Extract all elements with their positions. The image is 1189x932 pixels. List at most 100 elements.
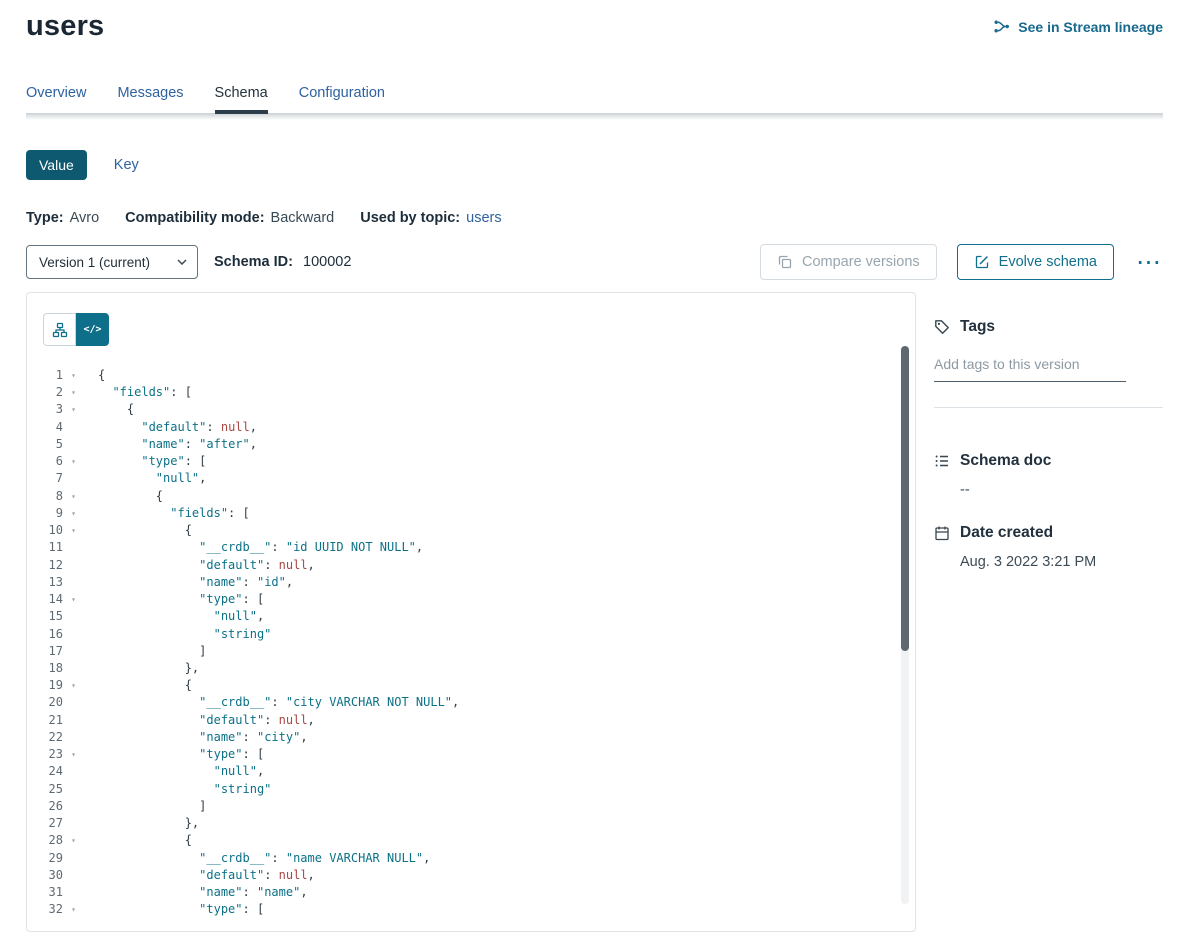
code-line: 17 ] [27, 643, 915, 660]
code-line: 12 "default": null, [27, 557, 915, 574]
line-number: 24 [27, 763, 63, 780]
tab-overview[interactable]: Overview [26, 85, 86, 113]
line-number: 10 [27, 522, 63, 539]
fold-toggle-icon[interactable]: ▾ [63, 367, 77, 384]
schema-id: Schema ID: 100002 [214, 254, 351, 270]
line-number: 22 [27, 729, 63, 746]
fold-spacer [63, 712, 77, 729]
tree-view-button[interactable] [43, 313, 76, 346]
fold-toggle-icon[interactable]: ▾ [63, 832, 77, 849]
schema-meta-row: Type: Avro Compatibility mode: Backward … [26, 210, 1163, 226]
code-line: 23▾ "type": [ [27, 746, 915, 763]
fold-toggle-icon[interactable]: ▾ [63, 384, 77, 401]
fold-spacer [63, 763, 77, 780]
fold-spacer [63, 660, 77, 677]
code-text: "__crdb__": "city VARCHAR NOT NULL", [98, 694, 459, 711]
fold-toggle-icon[interactable]: ▾ [63, 522, 77, 539]
code-text: { [98, 832, 192, 849]
fold-toggle-icon[interactable]: ▾ [63, 591, 77, 608]
tags-title: Tags [960, 318, 995, 336]
code-text: "default": null, [98, 419, 257, 436]
fold-spacer [63, 608, 77, 625]
evolve-schema-button[interactable]: Evolve schema [957, 244, 1114, 280]
date-created-section: Date created Aug. 3 2022 3:21 PM [934, 524, 1163, 570]
type-value: Avro [70, 210, 100, 226]
more-options-button[interactable]: ⋯ [1134, 255, 1163, 269]
line-number: 31 [27, 884, 63, 901]
tag-icon [934, 319, 950, 335]
compare-versions-button[interactable]: Compare versions [760, 244, 937, 280]
fold-toggle-icon[interactable]: ▾ [63, 453, 77, 470]
tab-bar-shadow [26, 114, 1163, 120]
code-line: 4 "default": null, [27, 419, 915, 436]
compatibility-label: Compatibility mode: [125, 210, 264, 226]
code-text: "name": "after", [98, 436, 257, 453]
code-text: }, [98, 660, 199, 677]
code-text: "default": null, [98, 867, 315, 884]
value-toggle-button[interactable]: Value [26, 150, 87, 180]
schema-content: </> 1▾{2▾ "fields": [3▾ {4 "default": nu… [26, 292, 1163, 932]
code-line: 20 "__crdb__": "city VARCHAR NOT NULL", [27, 694, 915, 711]
fold-toggle-icon[interactable]: ▾ [63, 488, 77, 505]
topic-link[interactable]: users [466, 210, 501, 226]
tree-view-icon [52, 322, 68, 338]
tab-schema[interactable]: Schema [215, 85, 268, 113]
code-text: "__crdb__": "id UUID NOT NULL", [98, 539, 423, 556]
code-line: 11 "__crdb__": "id UUID NOT NULL", [27, 539, 915, 556]
schema-page: users See in Stream lineage Overview Mes… [0, 0, 1189, 932]
code-text: "fields": [ [98, 384, 192, 401]
version-select[interactable]: Version 1 (current) [26, 245, 198, 279]
code-line: 19▾ { [27, 677, 915, 694]
tab-bar: Overview Messages Schema Configuration [26, 85, 1163, 114]
stream-lineage-icon [993, 18, 1010, 35]
schema-doc-header: Schema doc [934, 452, 1163, 470]
line-number: 8 [27, 488, 63, 505]
key-toggle-link[interactable]: Key [114, 157, 139, 173]
code-text: "null", [98, 608, 264, 625]
tags-input[interactable] [934, 354, 1126, 382]
code-text: "name": "name", [98, 884, 308, 901]
line-number: 17 [27, 643, 63, 660]
list-icon [934, 453, 950, 469]
line-number: 6 [27, 453, 63, 470]
code-text: "null", [98, 763, 264, 780]
scrollbar-thumb[interactable] [901, 346, 909, 651]
line-number: 9 [27, 505, 63, 522]
fold-spacer [63, 419, 77, 436]
stream-lineage-label: See in Stream lineage [1018, 19, 1163, 35]
tab-messages[interactable]: Messages [117, 85, 183, 113]
code-line: 9▾ "fields": [ [27, 505, 915, 522]
code-text: "name": "id", [98, 574, 293, 591]
code-line: 29 "__crdb__": "name VARCHAR NULL", [27, 850, 915, 867]
line-number: 4 [27, 419, 63, 436]
code-line: 14▾ "type": [ [27, 591, 915, 608]
fold-toggle-icon[interactable]: ▾ [63, 746, 77, 763]
page-title: users [26, 10, 104, 43]
stream-lineage-link[interactable]: See in Stream lineage [993, 18, 1163, 35]
code-line: 18 }, [27, 660, 915, 677]
fold-toggle-icon[interactable]: ▾ [63, 677, 77, 694]
type-label: Type: [26, 210, 64, 226]
fold-spacer [63, 557, 77, 574]
date-created-header: Date created [934, 524, 1163, 542]
compatibility-value: Backward [271, 210, 335, 226]
code-line: 2▾ "fields": [ [27, 384, 915, 401]
fold-toggle-icon[interactable]: ▾ [63, 505, 77, 522]
fold-spacer [63, 539, 77, 556]
line-number: 20 [27, 694, 63, 711]
line-number: 18 [27, 660, 63, 677]
line-number: 28 [27, 832, 63, 849]
line-number: 26 [27, 798, 63, 815]
editor-scrollbar[interactable] [901, 346, 909, 904]
version-select-value: Version 1 (current) [39, 255, 150, 270]
code-view-button[interactable]: </> [76, 313, 109, 346]
code-line: 22 "name": "city", [27, 729, 915, 746]
tab-configuration[interactable]: Configuration [299, 85, 385, 113]
code-line: 15 "null", [27, 608, 915, 625]
fold-toggle-icon[interactable]: ▾ [63, 401, 77, 418]
line-number: 13 [27, 574, 63, 591]
fold-spacer [63, 867, 77, 884]
line-number: 27 [27, 815, 63, 832]
schema-doc-title: Schema doc [960, 452, 1051, 470]
code-text: "__crdb__": "name VARCHAR NULL", [98, 850, 430, 867]
